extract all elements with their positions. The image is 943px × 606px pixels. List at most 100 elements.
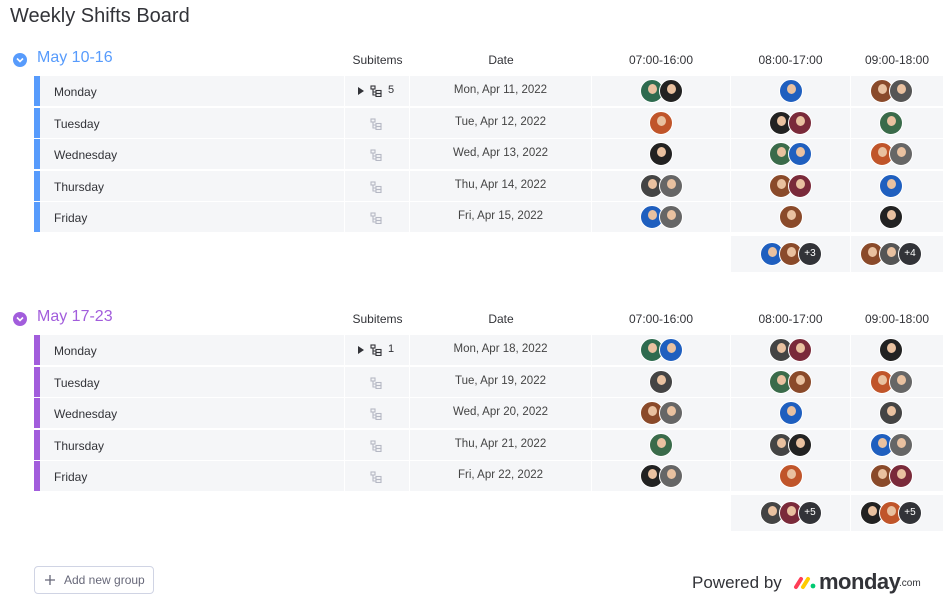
- person-avatar[interactable]: [788, 432, 812, 457]
- table-row[interactable]: Tuesday Tue, Apr 12, 2022: [34, 107, 943, 139]
- table-row[interactable]: Thursday Thu, Apr 21, 2022: [34, 429, 943, 461]
- people-avatars[interactable]: [870, 142, 913, 166]
- chevron-down-circle-icon[interactable]: [13, 53, 27, 67]
- table-row[interactable]: Wednesday Wed, Apr 20, 2022: [34, 398, 943, 429]
- people-avatars[interactable]: [649, 110, 673, 135]
- person-avatar[interactable]: [889, 369, 913, 394]
- person-avatar[interactable]: [649, 110, 673, 135]
- item-name-cell[interactable]: Wednesday: [40, 139, 344, 169]
- person-avatar[interactable]: [659, 205, 683, 229]
- people-avatars[interactable]: [879, 205, 903, 229]
- more-people-count[interactable]: +5: [798, 500, 822, 525]
- table-row[interactable]: Thursday Thu, Apr 14, 2022: [34, 170, 943, 202]
- person-avatar[interactable]: [788, 110, 812, 135]
- subitems-cell[interactable]: 5: [345, 76, 409, 106]
- table-row[interactable]: Monday 1 Mon, Apr 18, 2022: [34, 335, 943, 366]
- column-header-subitems[interactable]: Subitems: [345, 53, 410, 67]
- subitems-cell[interactable]: [345, 107, 409, 138]
- people-avatars[interactable]: [870, 79, 913, 103]
- date-cell[interactable]: Fri, Apr 22, 2022: [410, 461, 591, 491]
- people-avatars[interactable]: [879, 110, 903, 135]
- person-avatar[interactable]: [879, 173, 903, 198]
- person-avatar[interactable]: [779, 401, 803, 425]
- person-avatar[interactable]: [788, 142, 812, 166]
- subitems-tree-icon[interactable]: [370, 439, 382, 452]
- people-avatars[interactable]: [779, 205, 803, 229]
- subitems-tree-icon[interactable]: [370, 211, 382, 225]
- column-header-shift-3[interactable]: 09:00-18:00: [851, 53, 943, 67]
- chevron-down-circle-icon[interactable]: [13, 312, 27, 326]
- people-avatars[interactable]: [879, 401, 903, 425]
- subitems-tree-icon[interactable]: [370, 180, 382, 193]
- subitems-cell[interactable]: [345, 429, 409, 460]
- group-name[interactable]: May 17-23: [37, 308, 113, 326]
- people-avatars[interactable]: [640, 79, 683, 103]
- people-avatars[interactable]: [640, 205, 683, 229]
- person-avatar[interactable]: [659, 401, 683, 425]
- more-people-count[interactable]: +5: [898, 500, 922, 525]
- person-avatar[interactable]: [788, 173, 812, 198]
- person-avatar[interactable]: [788, 338, 812, 362]
- people-avatars[interactable]: [870, 432, 913, 457]
- date-cell[interactable]: Tue, Apr 12, 2022: [410, 107, 591, 138]
- table-row[interactable]: Monday 5 Mon, Apr 11, 2022: [34, 76, 943, 107]
- subitems-cell[interactable]: [345, 170, 409, 201]
- column-header-subitems[interactable]: Subitems: [345, 312, 410, 326]
- people-avatars[interactable]: [769, 369, 812, 394]
- column-header-shift-2[interactable]: 08:00-17:00: [731, 53, 850, 67]
- subitems-tree-icon[interactable]: [370, 376, 382, 389]
- person-avatar[interactable]: [649, 142, 673, 166]
- item-name-cell[interactable]: Tuesday: [40, 366, 344, 397]
- person-avatar[interactable]: [659, 338, 683, 362]
- subitems-cell[interactable]: [345, 366, 409, 397]
- person-avatar[interactable]: [779, 205, 803, 229]
- column-header-shift-2[interactable]: 08:00-17:00: [731, 312, 850, 326]
- people-avatars[interactable]: [779, 464, 803, 488]
- item-name-cell[interactable]: Thursday: [40, 170, 344, 201]
- table-row[interactable]: Wednesday Wed, Apr 13, 2022: [34, 139, 943, 170]
- people-avatars[interactable]: [640, 173, 683, 198]
- table-row[interactable]: Friday Fri, Apr 22, 2022: [34, 461, 943, 492]
- more-people-count[interactable]: +4: [898, 241, 922, 266]
- people-avatars[interactable]: [649, 432, 673, 457]
- person-avatar[interactable]: [788, 369, 812, 394]
- date-cell[interactable]: Fri, Apr 15, 2022: [410, 202, 591, 232]
- column-header-shift-3[interactable]: 09:00-18:00: [851, 312, 943, 326]
- people-avatars[interactable]: [870, 369, 913, 394]
- person-avatar[interactable]: [879, 110, 903, 135]
- item-name-cell[interactable]: Tuesday: [40, 107, 344, 138]
- date-cell[interactable]: Tue, Apr 19, 2022: [410, 366, 591, 397]
- item-name-cell[interactable]: Friday: [40, 461, 344, 491]
- person-avatar[interactable]: [659, 173, 683, 198]
- people-avatars[interactable]: [769, 142, 812, 166]
- date-cell[interactable]: Thu, Apr 21, 2022: [410, 429, 591, 460]
- person-avatar[interactable]: [779, 79, 803, 103]
- people-avatars[interactable]: +4: [860, 241, 922, 266]
- column-header-date[interactable]: Date: [411, 312, 591, 326]
- people-avatars[interactable]: [769, 173, 812, 198]
- item-name-cell[interactable]: Thursday: [40, 429, 344, 460]
- person-avatar[interactable]: [659, 79, 683, 103]
- table-row[interactable]: Tuesday Tue, Apr 19, 2022: [34, 366, 943, 398]
- date-cell[interactable]: Wed, Apr 13, 2022: [410, 139, 591, 169]
- powered-by-monday[interactable]: Powered by monday .com: [692, 568, 932, 598]
- people-avatars[interactable]: +5: [860, 500, 922, 525]
- column-header-date[interactable]: Date: [411, 53, 591, 67]
- person-avatar[interactable]: [879, 205, 903, 229]
- person-avatar[interactable]: [879, 338, 903, 362]
- subitems-tree-icon[interactable]: [370, 470, 382, 484]
- more-people-count[interactable]: +3: [798, 241, 822, 266]
- column-header-shift-1[interactable]: 07:00-16:00: [592, 53, 730, 67]
- people-avatars[interactable]: [640, 401, 683, 425]
- add-new-group-button[interactable]: Add new group: [34, 566, 154, 594]
- people-avatars[interactable]: [879, 338, 903, 362]
- item-name-cell[interactable]: Wednesday: [40, 398, 344, 428]
- subitems-cell[interactable]: [345, 202, 409, 232]
- people-avatars[interactable]: +5: [760, 500, 822, 525]
- item-name-cell[interactable]: Friday: [40, 202, 344, 232]
- subitems-cell[interactable]: [345, 139, 409, 169]
- people-avatars[interactable]: [870, 464, 913, 488]
- group-name[interactable]: May 10-16: [37, 49, 113, 67]
- subitems-cell[interactable]: 1: [345, 335, 409, 365]
- person-avatar[interactable]: [889, 432, 913, 457]
